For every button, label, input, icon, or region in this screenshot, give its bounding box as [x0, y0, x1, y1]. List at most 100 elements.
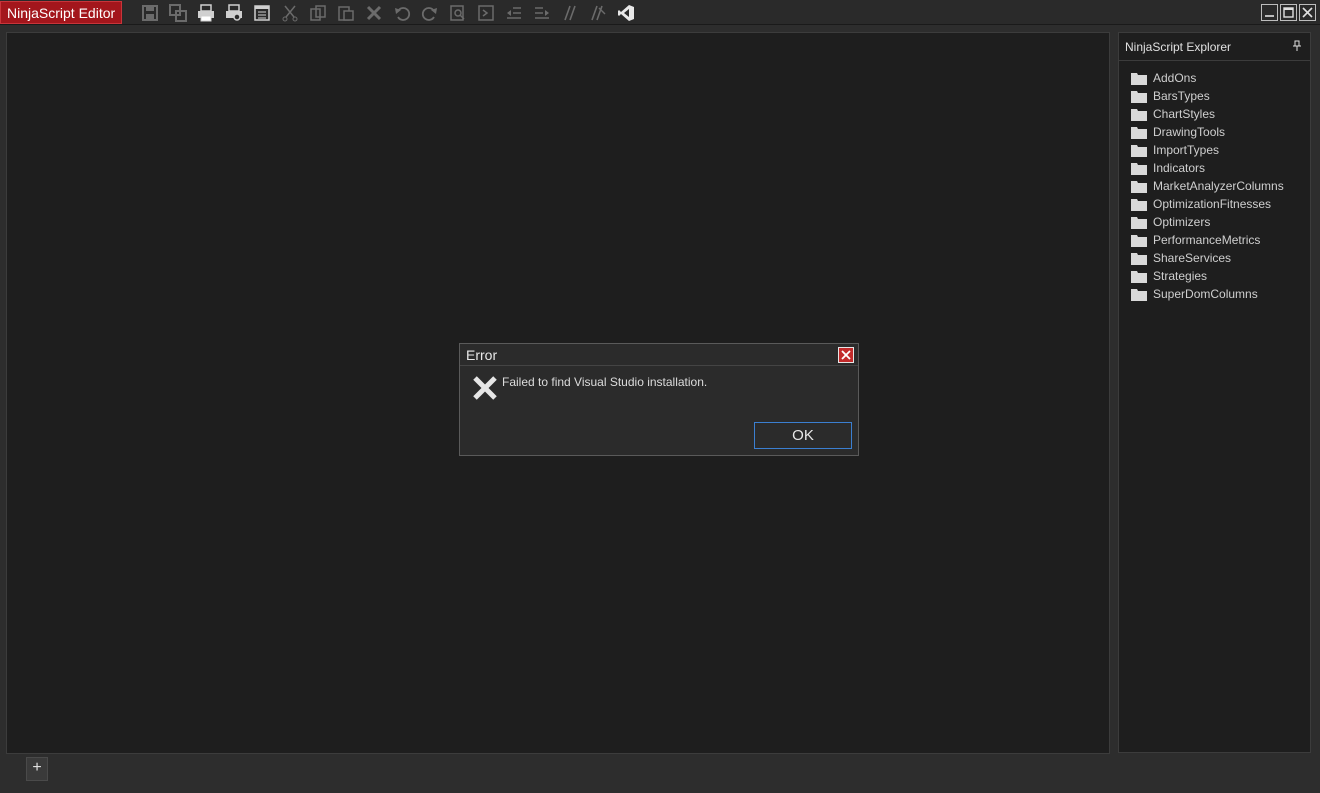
tree-item-strategies[interactable]: Strategies — [1119, 267, 1310, 285]
minimize-button[interactable] — [1261, 4, 1278, 21]
folder-icon — [1131, 270, 1147, 283]
tree-item-indicators[interactable]: Indicators — [1119, 159, 1310, 177]
tree-item-label: Indicators — [1153, 161, 1206, 175]
ok-button[interactable]: OK — [754, 422, 852, 449]
folder-icon — [1131, 90, 1147, 103]
redo-icon — [421, 7, 437, 21]
tree-item-superdomcolumns[interactable]: SuperDomColumns — [1119, 285, 1310, 303]
copy-button[interactable] — [306, 2, 330, 24]
visual-studio-icon — [618, 5, 634, 21]
cut-button[interactable] — [278, 2, 302, 24]
compile-icon — [478, 5, 494, 21]
toolbar — [138, 2, 642, 24]
delete-button[interactable] — [362, 2, 386, 24]
dialog-message: Failed to find Visual Studio installatio… — [502, 375, 708, 389]
folder-icon — [1131, 144, 1147, 157]
save-all-icon — [169, 4, 187, 22]
close-icon — [841, 350, 851, 360]
error-dialog: Error Failed to find Visual Studio insta… — [459, 343, 859, 456]
tree-item-drawingtools[interactable]: DrawingTools — [1119, 123, 1310, 141]
close-icon — [1302, 7, 1313, 18]
ninjascript-explorer-panel: NinjaScript Explorer AddOns BarsTypes Ch… — [1118, 32, 1311, 753]
undo-button[interactable] — [390, 2, 414, 24]
print-preview-button[interactable] — [222, 2, 246, 24]
outdent-icon — [507, 7, 521, 19]
error-icon — [473, 376, 497, 400]
tree-item-label: ChartStyles — [1153, 107, 1216, 121]
find-icon — [450, 5, 465, 21]
properties-button[interactable] — [250, 2, 274, 24]
visual-studio-button[interactable] — [614, 2, 638, 24]
tree-item-label: MarketAnalyzerColumns — [1153, 179, 1284, 193]
dialog-title: Error — [466, 347, 498, 363]
comment-button[interactable] — [558, 2, 582, 24]
tree-item-label: AddOns — [1153, 71, 1197, 85]
copy-icon — [310, 5, 326, 21]
outdent-button[interactable] — [502, 2, 526, 24]
tree-item-label: DrawingTools — [1153, 125, 1226, 139]
indent-button[interactable] — [530, 2, 554, 24]
tree-item-label: Strategies — [1153, 269, 1208, 283]
folder-icon — [1131, 72, 1147, 85]
find-button[interactable] — [446, 2, 470, 24]
tree-item-optimizers[interactable]: Optimizers — [1119, 213, 1310, 231]
folder-icon — [1131, 216, 1147, 229]
tree-item-label: ShareServices — [1153, 251, 1232, 265]
undo-icon — [395, 7, 411, 21]
folder-icon — [1131, 180, 1147, 193]
pin-icon[interactable] — [1292, 40, 1302, 52]
print-preview-icon — [226, 4, 242, 21]
tree-item-marketanalyzercolumns[interactable]: MarketAnalyzerColumns — [1119, 177, 1310, 195]
minimize-icon — [1265, 15, 1274, 17]
tree-item-label: OptimizationFitnesses — [1153, 197, 1272, 211]
folder-icon — [1131, 108, 1147, 121]
tree-item-label: ImportTypes — [1153, 143, 1220, 157]
folder-icon — [1131, 234, 1147, 247]
tree-item-importtypes[interactable]: ImportTypes — [1119, 141, 1310, 159]
tree-item-optimizationfitnesses[interactable]: OptimizationFitnesses — [1119, 195, 1310, 213]
tree-item-performancemetrics[interactable]: PerformanceMetrics — [1119, 231, 1310, 249]
print-button[interactable] — [194, 2, 218, 24]
explorer-header: NinjaScript Explorer — [1119, 33, 1310, 61]
app-title[interactable]: NinjaScript Editor — [0, 1, 123, 24]
print-icon — [198, 4, 214, 22]
comment-icon — [564, 5, 576, 21]
explorer-tree: AddOns BarsTypes ChartStyles DrawingTool… — [1119, 61, 1310, 303]
maximize-icon — [1283, 7, 1294, 18]
folder-icon — [1131, 252, 1147, 265]
explorer-title: NinjaScript Explorer — [1125, 40, 1232, 54]
folder-icon — [1131, 126, 1147, 139]
folder-icon — [1131, 198, 1147, 211]
maximize-button[interactable] — [1280, 4, 1297, 21]
tab-strip: + — [0, 756, 1320, 793]
indent-icon — [535, 7, 549, 19]
dialog-titlebar: Error — [460, 344, 858, 366]
redo-button[interactable] — [418, 2, 442, 24]
tree-item-barstypes[interactable]: BarsTypes — [1119, 87, 1310, 105]
tree-item-label: BarsTypes — [1153, 89, 1210, 103]
folder-icon — [1131, 162, 1147, 175]
compile-button[interactable] — [474, 2, 498, 24]
tree-item-addons[interactable]: AddOns — [1119, 69, 1310, 87]
tree-item-label: Optimizers — [1153, 215, 1211, 229]
paste-icon — [338, 6, 354, 21]
folder-icon — [1131, 288, 1147, 301]
delete-icon — [366, 5, 382, 21]
save-icon — [142, 5, 158, 21]
title-bar: NinjaScript Editor — [0, 0, 1320, 25]
tree-item-shareservices[interactable]: ShareServices — [1119, 249, 1310, 267]
dialog-close-button[interactable] — [838, 347, 854, 363]
cut-icon — [282, 5, 298, 22]
paste-button[interactable] — [334, 2, 358, 24]
properties-icon — [254, 5, 270, 21]
tree-item-chartstyles[interactable]: ChartStyles — [1119, 105, 1310, 123]
save-all-button[interactable] — [166, 2, 190, 24]
tree-item-label: PerformanceMetrics — [1153, 233, 1261, 247]
save-button[interactable] — [138, 2, 162, 24]
close-window-button[interactable] — [1299, 4, 1316, 21]
window-controls — [1261, 4, 1316, 21]
uncomment-icon — [591, 5, 606, 21]
add-tab-button[interactable]: + — [26, 757, 48, 781]
tree-item-label: SuperDomColumns — [1153, 287, 1258, 301]
uncomment-button[interactable] — [586, 2, 610, 24]
